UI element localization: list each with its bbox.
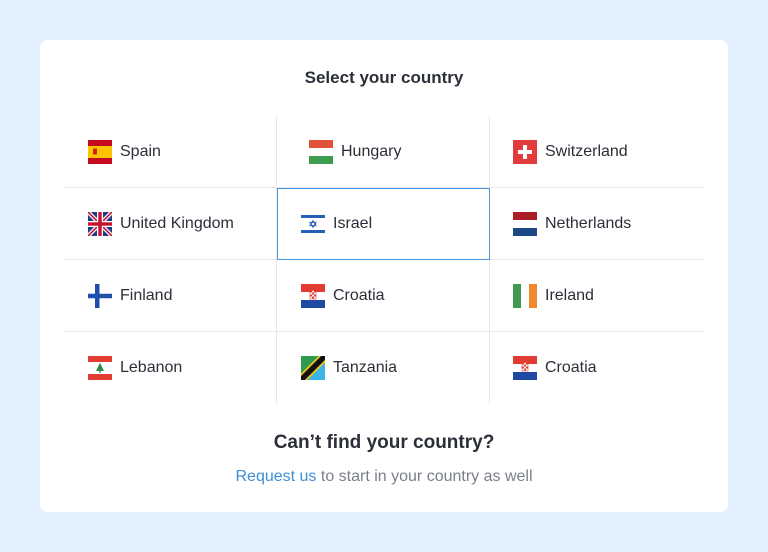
country-option-tanzania[interactable]: Tanzania	[277, 332, 490, 404]
country-label: Switzerland	[545, 142, 628, 160]
country-label: Finland	[120, 286, 173, 304]
country-option-switzerland[interactable]: Switzerland	[490, 116, 704, 188]
country-label: Netherlands	[545, 214, 632, 232]
tanzania-flag-icon	[301, 356, 325, 380]
country-option-netherlands[interactable]: Netherlands	[490, 188, 704, 260]
country-option-hungary[interactable]: Hungary	[277, 116, 490, 188]
country-label: Israel	[333, 214, 373, 232]
country-grid: Spain Hungary Switzerland United Kingdom…	[64, 116, 704, 404]
country-option-ireland[interactable]: Ireland	[490, 260, 704, 332]
ireland-flag-icon	[513, 283, 537, 308]
country-label: Ireland	[545, 286, 594, 304]
country-label: Tanzania	[333, 359, 398, 376]
hungary-flag-icon	[309, 139, 333, 164]
croatia-flag-icon	[301, 283, 325, 308]
footer-heading: Can’t find your country?	[273, 432, 495, 453]
footer-text: Request us to start in your country as w…	[40, 468, 728, 486]
country-label: Lebanon	[120, 359, 183, 376]
lebanon-flag-icon	[88, 356, 112, 380]
country-label: Croatia	[333, 286, 385, 304]
country-label: United Kingdom	[120, 214, 234, 232]
country-option-croatia[interactable]: Croatia	[277, 260, 490, 332]
country-label: Croatia	[545, 359, 597, 376]
country-option-spain[interactable]: Spain	[64, 116, 277, 188]
country-option-croatia-2[interactable]: Croatia	[490, 332, 704, 404]
country-label: Spain	[120, 142, 161, 160]
spain-flag-icon	[88, 139, 112, 164]
country-selector-card: Select your country Spain Hungary Switze…	[40, 40, 728, 512]
israel-flag-icon	[301, 211, 325, 236]
switzerland-flag-icon	[513, 139, 537, 164]
request-us-link[interactable]: Request us	[235, 468, 316, 485]
finland-flag-icon	[88, 283, 112, 308]
country-option-finland[interactable]: Finland	[64, 260, 277, 332]
country-option-israel[interactable]: Israel	[277, 188, 490, 260]
netherlands-flag-icon	[513, 211, 537, 236]
page-title: Select your country	[304, 68, 464, 87]
country-label: Hungary	[341, 142, 402, 160]
croatia-flag-icon	[513, 356, 537, 380]
country-option-united-kingdom[interactable]: United Kingdom	[64, 188, 277, 260]
uk-flag-icon	[88, 211, 112, 236]
country-option-lebanon[interactable]: Lebanon	[64, 332, 277, 404]
footer-text-rest: to start in your country as well	[316, 468, 533, 485]
